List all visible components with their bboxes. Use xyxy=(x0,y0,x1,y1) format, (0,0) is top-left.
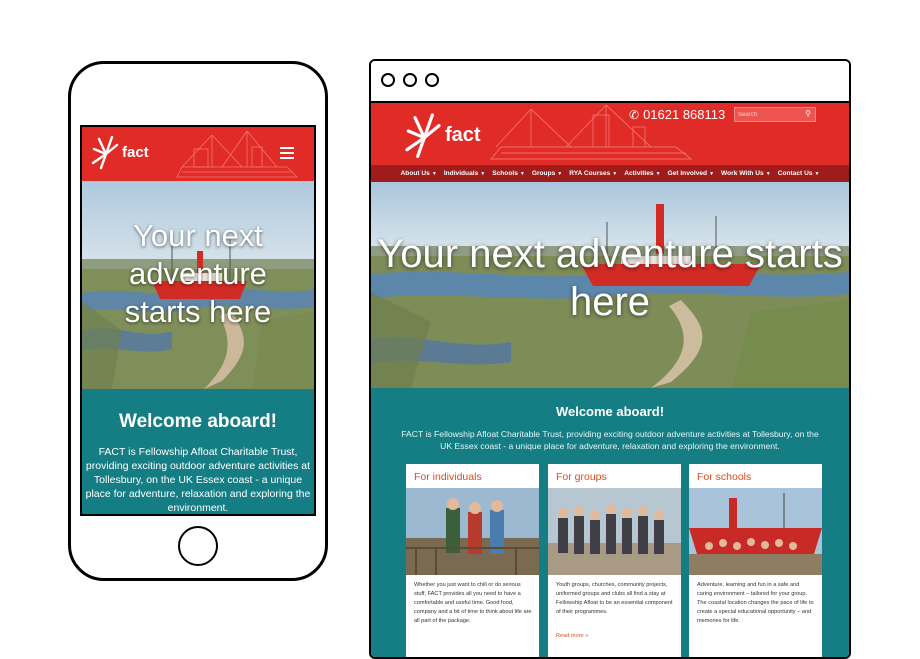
mobile-header: fact xyxy=(82,127,314,181)
nav-label: Individuals xyxy=(443,170,479,177)
caret-down-icon: ▼ xyxy=(814,171,820,177)
caret-down-icon: ▼ xyxy=(519,171,525,177)
nav-label: RYA Courses xyxy=(569,170,611,177)
phone-contact[interactable]: ✆ 01621 868113 xyxy=(629,107,725,122)
hero-line: adventure xyxy=(129,256,267,291)
card-photo xyxy=(548,488,681,575)
hamburger-icon[interactable] xyxy=(280,147,294,159)
caret-down-icon: ▼ xyxy=(480,171,486,177)
card-title[interactable]: For individuals xyxy=(414,471,482,483)
caret-down-icon: ▼ xyxy=(557,171,563,177)
phone-icon: ✆ xyxy=(629,107,640,122)
nav-item-get-involved[interactable]: Get Involved ▼ xyxy=(668,170,715,177)
desktop-header: fact ✆ 01621 868113 ⚲ xyxy=(371,103,849,165)
nav-label: About Us xyxy=(400,170,430,177)
browser-frame: fact ✆ 01621 868113 ⚲ About Us▼ Individu… xyxy=(369,59,851,659)
caret-down-icon: ▼ xyxy=(709,171,715,177)
starburst-icon xyxy=(405,113,441,158)
mobile-welcome-text: FACT is Fellowship Afloat Charitable Tru… xyxy=(85,446,311,514)
nav-item-work-with-us[interactable]: Work With Us ▼ xyxy=(721,170,771,177)
card-photo-graphic xyxy=(689,488,822,575)
logo[interactable]: fact xyxy=(90,133,149,171)
logo-text: fact xyxy=(445,123,481,146)
card-text: Adventure, learning and fun in a safe an… xyxy=(697,582,814,624)
hero-line: starts here xyxy=(124,294,272,329)
card-individuals[interactable]: For individuals Whether you just want to… xyxy=(406,464,539,657)
caret-down-icon: ▼ xyxy=(612,171,618,177)
window-dot xyxy=(403,73,417,87)
card-photo-graphic xyxy=(548,488,681,575)
starburst-icon xyxy=(91,135,119,170)
desktop-hero-title: Your next adventure starts here xyxy=(377,232,843,324)
caret-down-icon: ▼ xyxy=(655,171,661,177)
card-text: Youth groups, churches, community projec… xyxy=(556,582,673,615)
card-photo-graphic xyxy=(406,488,539,575)
search-box: ⚲ xyxy=(734,107,816,122)
nav-label: Schools xyxy=(492,170,518,177)
desktop-welcome-text: FACT is Fellowship Afloat Charitable Tru… xyxy=(401,429,819,451)
nav-label: Groups xyxy=(531,170,556,177)
card-title[interactable]: For groups xyxy=(556,471,607,483)
caret-down-icon: ▼ xyxy=(431,171,437,177)
mobile-hero-title: Your next adventure starts here xyxy=(82,217,314,331)
main-nav: About Us ▼ Individuals ▼ Schools ▼ Groups ▼ … xyxy=(371,165,849,182)
desktop-welcome-section: Welcome aboard! FACT is Fellowship Afloa… xyxy=(371,388,849,657)
card-groups[interactable]: For groups Youth groups, churches, commu… xyxy=(548,464,681,657)
nav-label: Work With Us xyxy=(721,170,764,177)
search-icon[interactable]: ⚲ xyxy=(805,109,811,118)
nav-item-about-us[interactable]: About Us ▼ xyxy=(401,170,437,177)
card-text: Whether you just want to chill or do ser… xyxy=(414,582,532,624)
nav-item-groups[interactable]: Groups ▼ xyxy=(532,170,562,177)
browser-chrome xyxy=(371,61,849,103)
nav-item-contact-us[interactable]: Contact Us ▼ xyxy=(778,170,820,177)
mobile-welcome-section: Welcome aboard! FACT is Fellowship Afloa… xyxy=(82,389,314,514)
desktop-hero: Your next adventure starts here xyxy=(371,182,849,388)
logo-text: fact xyxy=(122,143,149,161)
card-photo xyxy=(406,488,539,575)
desktop-welcome-title: Welcome aboard! xyxy=(555,404,665,419)
nav-item-rya-courses[interactable]: RYA Courses ▼ xyxy=(569,170,617,177)
mobile-hero: Your next adventure starts here xyxy=(82,181,314,389)
card-schools[interactable]: For schools Adventure, learning and fun … xyxy=(689,464,822,657)
mobile-welcome-title: Welcome aboard! xyxy=(118,411,278,432)
logo[interactable]: fact xyxy=(403,109,481,161)
read-more-link[interactable]: Read more » xyxy=(556,633,588,639)
window-dot xyxy=(381,73,395,87)
window-dot xyxy=(425,73,439,87)
nav-label: Get Involved xyxy=(667,170,708,177)
nav-label: Activities xyxy=(624,170,654,177)
card-title[interactable]: For schools xyxy=(697,471,751,483)
home-button xyxy=(178,526,218,566)
caret-down-icon: ▼ xyxy=(765,171,771,177)
hero-line: Your next xyxy=(133,218,263,253)
nav-label: Contact Us xyxy=(777,170,813,177)
nav-item-activities[interactable]: Activities ▼ xyxy=(624,170,660,177)
phone-number: 01621 868113 xyxy=(643,107,726,122)
search-input[interactable] xyxy=(738,109,798,120)
mobile-screen: fact Your next adventure starts here Wel… xyxy=(80,125,316,516)
card-photo xyxy=(689,488,822,575)
nav-item-schools[interactable]: Schools ▼ xyxy=(492,170,525,177)
nav-item-individuals[interactable]: Individuals ▼ xyxy=(444,170,485,177)
